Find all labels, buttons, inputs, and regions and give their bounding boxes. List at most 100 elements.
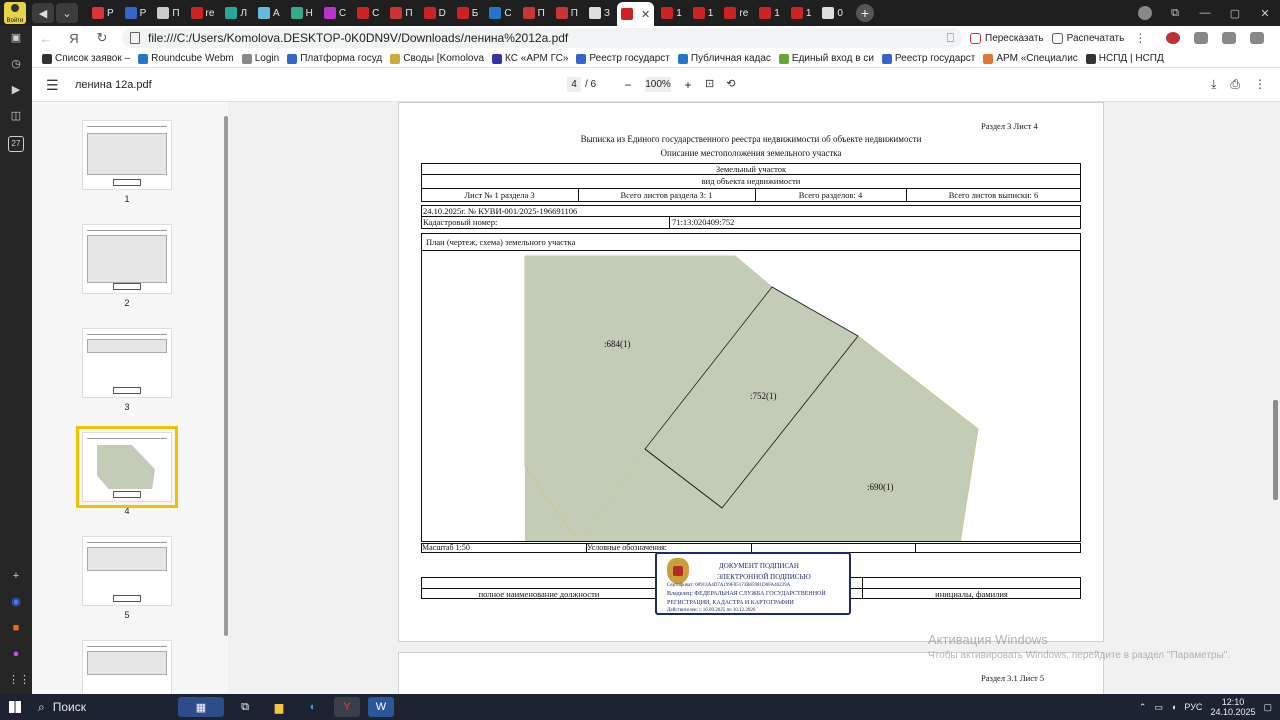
zoom-level-input[interactable]: 100% [645,77,671,92]
yandex-browser-icon[interactable]: Y [334,697,360,717]
thumbnail-page-3[interactable]: 3 [82,328,172,412]
browser-tab[interactable]: Р [121,2,151,24]
new-tab-button[interactable]: + [855,4,874,22]
messenger-icon[interactable]: ● [8,646,24,662]
maximize-button[interactable]: ▢ [1220,7,1250,20]
clock[interactable]: 12:10 24.10.2025 [1210,697,1255,717]
fit-page-icon[interactable]: ⊡ [705,77,714,90]
browser-tab[interactable]: П [153,2,183,24]
print-button[interactable]: Распечатать [1051,32,1124,44]
bookmark-item[interactable]: АРМ «Специалис [983,53,1078,64]
more-actions-icon[interactable]: ⋮ [1134,31,1146,45]
thumbnail-page-2[interactable]: 2 [82,224,172,308]
browser-tab[interactable]: С [485,2,515,24]
browser-tab[interactable]: П [519,2,549,24]
bookmark-item[interactable]: Список заявок – [42,53,130,64]
browser-tab[interactable]: А [254,2,284,24]
apps-grid-icon[interactable]: ⋮⋮ [8,672,30,688]
browser-tab[interactable]: 0 [818,2,847,24]
browser-tab[interactable]: 1 [787,2,816,24]
thumbnail-page-6[interactable] [82,640,172,694]
zoom-in-button[interactable]: + [677,78,699,92]
tabs-dropdown-icon[interactable]: ⌄ [56,3,78,23]
weather-widget-icon[interactable]: ▦ [178,697,224,717]
browser-tab[interactable]: З [585,2,614,24]
collections-icon[interactable]: ▣ [8,30,24,46]
bookmark-item[interactable]: Платформа госуд [287,53,382,64]
zoom-out-button[interactable]: − [617,78,639,92]
thumbnail-page-5[interactable]: 5 [82,536,172,620]
task-view-icon[interactable]: ⧉ [232,697,258,717]
file-explorer-icon[interactable]: ▆ [266,697,292,717]
reload-button[interactable]: ↻ [88,30,116,46]
bookmark-item[interactable]: Реестр государст [576,53,670,64]
bookmark-icon[interactable]: ⎕ [947,31,954,46]
sidebar-toggle-icon[interactable] [1222,32,1237,44]
pdf-print-icon[interactable]: ⎙ [1230,77,1240,92]
retell-button[interactable]: Пересказать [970,32,1044,44]
notifications-icon[interactable]: ▢ [1263,702,1272,713]
edge-icon[interactable]: ◐ [300,697,326,717]
browser-tab[interactable]: 1 [657,2,686,24]
browser-tab[interactable]: D [420,2,450,24]
account-icon[interactable] [1138,6,1152,20]
hamburger-menu-icon[interactable]: ☰ [46,77,59,94]
extension-icon[interactable] [1166,32,1181,44]
screenshot-icon[interactable]: ◫ [8,108,24,124]
browser-tab[interactable]: 1 [755,2,784,24]
browser-tab[interactable]: Н [287,2,317,24]
volume-icon[interactable]: ◖ [1171,702,1176,712]
tray-chevron-icon[interactable]: ⌃ [1139,702,1147,713]
close-tab-icon[interactable]: ✕ [641,8,650,21]
browser-tab[interactable]: 1 [689,2,718,24]
yandex-button[interactable]: Я [60,31,88,46]
browser-tab[interactable]: С [320,2,350,24]
browser-tab[interactable]: Л [221,2,251,24]
downloads-icon[interactable] [1194,32,1209,44]
alice-icon[interactable]: ◉ [8,594,24,610]
tab-active[interactable]: ✕ [617,2,655,26]
add-panel-icon[interactable]: + [8,568,24,584]
bookmark-item[interactable]: Своды [Komolova [390,53,484,64]
close-window-button[interactable]: ✕ [1250,7,1280,20]
calendar-icon[interactable]: 27 [8,136,24,152]
browser-tab[interactable]: Б [453,2,483,24]
browser-tab[interactable]: re [720,2,752,24]
bookmark-item[interactable]: Публичная кадас [677,53,771,64]
document-scrollbar[interactable] [1273,400,1278,500]
sound-icon[interactable]: ◀ [32,3,54,23]
browser-tab[interactable]: С [353,2,383,24]
thumbnail-page-1[interactable]: 1 [82,120,172,204]
bookmark-item[interactable]: Реестр государст [881,53,975,64]
pdf-more-icon[interactable]: ⋮ [1254,77,1266,92]
word-icon[interactable]: W [368,697,394,717]
bookmark-item[interactable]: Login [241,53,279,64]
browser-tab[interactable]: П [386,2,416,24]
bookmark-item[interactable]: Roundcube Webm [138,53,234,64]
thumbnail-page-4[interactable]: 4 [76,426,178,516]
bookmark-item[interactable]: Единый вход в си [778,53,874,64]
language-indicator[interactable]: РУС [1184,702,1202,712]
network-icon[interactable]: ▭ [1154,702,1163,713]
browser-tab[interactable]: Р [88,2,118,24]
bookmark-item[interactable]: КС «АРМ ГС» [492,53,568,64]
browser-tab[interactable]: re [187,2,219,24]
browser-tab[interactable]: П [552,2,582,24]
footer-name-caption: инициалы, фамилия [935,589,1008,599]
taskbar-search[interactable]: ⌕ Поиск [30,700,170,715]
rotate-icon[interactable]: ⟲ [726,77,735,90]
profile-avatar[interactable]: Войти [0,0,30,26]
page-number-input[interactable]: 4 [567,77,581,92]
url-field[interactable]: file:///C:/Users/Komolova.DESKTOP-0K0DN9… [122,28,962,48]
market-icon[interactable]: ■ [8,620,24,636]
thumbnail-scrollbar[interactable] [224,116,228,636]
download-icon[interactable]: ⤓ [1211,77,1216,92]
menu-icon[interactable] [1250,32,1265,44]
history-icon[interactable]: ◷ [8,56,24,72]
video-icon[interactable]: ▶ [8,82,24,98]
minimize-button[interactable]: — [1190,7,1220,19]
restore-window-icon[interactable]: ⧉ [1160,7,1190,20]
bookmark-item[interactable]: НСПД | НСПД [1085,53,1164,64]
back-button[interactable]: ← [32,31,60,46]
start-button[interactable] [0,701,30,713]
